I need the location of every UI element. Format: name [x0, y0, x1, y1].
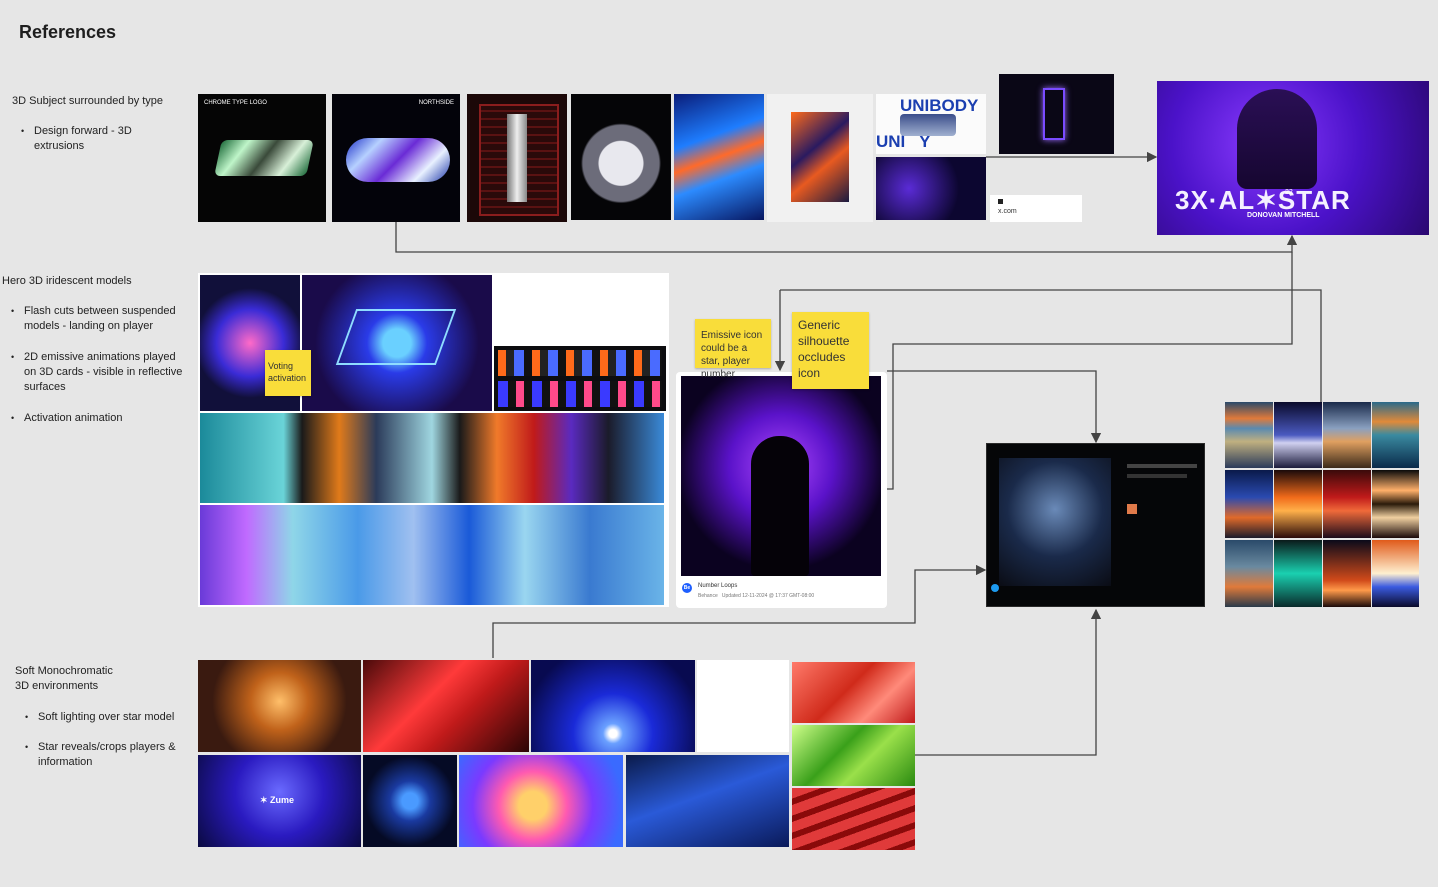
- xcom-label: x.com: [998, 208, 1017, 215]
- ref-zume-star: ✶ Zume: [198, 755, 361, 847]
- ref-stripes-8: [1372, 470, 1419, 538]
- sidebar-line-1: [1127, 464, 1197, 468]
- poster-caption-2: NORTHSIDE: [418, 100, 454, 106]
- icon-row-1: [498, 350, 662, 376]
- blank-image-slot: [697, 660, 789, 752]
- poster-caption: CHROME TYPE LOGO: [204, 100, 267, 106]
- ref-neon-card-site: [999, 74, 1114, 154]
- section-heading-3d-subject: 3D Subject surrounded by type: [12, 95, 164, 107]
- sticky-emissive-icon[interactable]: Emissive icon could be a star, player nu…: [695, 319, 771, 380]
- ref-unibody-top: UNIBODY UNI Y: [876, 94, 986, 154]
- neon-card: [1043, 88, 1065, 140]
- bullet-flash-cuts: Flash cuts between suspended models - la…: [11, 304, 184, 334]
- chrome-script-shape: [346, 138, 450, 182]
- behance-logo-icon: Be: [682, 583, 692, 593]
- ref-gradient-letter: [459, 755, 623, 847]
- ref-swirl-poster: [674, 94, 764, 220]
- ref-stripes-2: [1274, 402, 1322, 468]
- ref-red-type: [792, 788, 915, 850]
- section-heading-hero: Hero 3D iridescent models: [2, 275, 132, 287]
- section-heading-soft: Soft Monochromatic 3D environments: [15, 665, 113, 692]
- behance-meta: Behance Updated 12-11-2024 @ 17:37 GMT-0…: [698, 593, 815, 599]
- ref-brazil-type-poster: NORTHSIDE: [332, 94, 460, 222]
- zume-text: ✶ Zume: [260, 795, 295, 805]
- ref-bolt-poster: [467, 94, 567, 222]
- ref-unibody-bubbles: [876, 157, 986, 220]
- ref-stripes-3: [1323, 402, 1371, 468]
- player-silhouette: [1237, 89, 1317, 189]
- allstar-player-name: DONOVAN MITCHELL: [1247, 212, 1320, 219]
- ref-neon-court: [302, 275, 492, 411]
- allstar-number: 22: [1285, 189, 1293, 196]
- bullet-design-forward: Design forward - 3D extrusions: [21, 124, 154, 154]
- sticky-generic-silhouette[interactable]: Generic silhouette occludes icon: [792, 312, 869, 389]
- bolt-shape: [507, 114, 527, 202]
- post-image: [999, 458, 1111, 586]
- ref-icon-grid: [494, 346, 666, 411]
- ref-stripes-5: [1225, 470, 1273, 538]
- ref-stripes-7: [1323, 470, 1371, 538]
- xcom-link-card[interactable]: x.com: [990, 195, 1082, 222]
- ref-acrylic-poster: [767, 94, 873, 222]
- ref-chrome-blob: [571, 94, 671, 220]
- silhouette-figure: [751, 436, 809, 576]
- sidebar-line-2: [1127, 474, 1187, 478]
- x-logo-icon: [998, 199, 1003, 204]
- ref-x-post-screenshot: [986, 443, 1205, 607]
- ref-blue-icon: [363, 755, 457, 847]
- bullet-activation: Activation animation: [11, 411, 184, 426]
- chrome-letters-shape: [214, 140, 314, 176]
- ref-wire-terrain: [626, 755, 789, 847]
- avatar: [1127, 504, 1137, 514]
- ref-stripes-1: [1225, 402, 1273, 468]
- ref-swirl-series-1: [200, 413, 664, 503]
- ref-stripes-6: [1274, 470, 1322, 538]
- ref-allstar-hero: 3X·AL✶STAR 22 DONOVAN MITCHELL: [1157, 81, 1429, 235]
- bullet-2d-emissive: 2D emissive animations played on 3D card…: [11, 350, 184, 395]
- court-frame: [335, 309, 457, 365]
- bullet-soft-lighting: Soft lighting over star model: [25, 710, 178, 725]
- ref-swirl-series-2: [200, 505, 664, 605]
- ref-stripes-10: [1274, 540, 1322, 607]
- behance-title: Number Loops: [698, 583, 738, 589]
- ref-blue-arches: [531, 660, 695, 752]
- bullet-star-reveals: Star reveals/crops players & information: [25, 740, 178, 770]
- ref-chrome-logo-poster: CHROME TYPE LOGO: [198, 94, 326, 222]
- ref-stripes-12: [1372, 540, 1419, 607]
- unibody-object: [900, 114, 956, 136]
- ref-stripes-11: [1323, 540, 1371, 607]
- ref-stripes-9: [1225, 540, 1273, 607]
- unibody-text: UNIBODY: [900, 96, 979, 115]
- icon-row-2: [498, 381, 662, 407]
- ref-orange-star: [198, 660, 361, 752]
- ref-stripes-4: [1372, 402, 1419, 468]
- sticky-voting[interactable]: Voting activation: [265, 350, 311, 396]
- poster-inner: [791, 112, 849, 202]
- compose-icon: [991, 584, 999, 592]
- ref-red-blocks: [792, 662, 915, 723]
- ref-green-type: [792, 725, 915, 786]
- ref-number-loops: [681, 376, 881, 576]
- board-title: References: [19, 22, 117, 42]
- ref-red-forms: [363, 660, 529, 752]
